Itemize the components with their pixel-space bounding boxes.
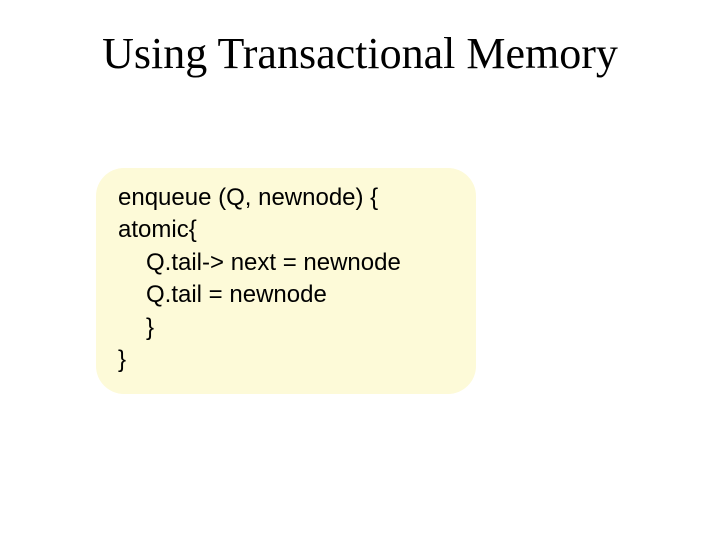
slide: Using Transactional Memory enqueue (Q, n…: [0, 0, 720, 540]
code-line-5: }: [118, 312, 454, 344]
code-line-1: enqueue (Q, newnode) {: [118, 182, 454, 214]
slide-title: Using Transactional Memory: [0, 28, 720, 79]
code-line-2: atomic{: [118, 214, 454, 246]
code-line-6: }: [118, 344, 454, 376]
code-box: enqueue (Q, newnode) { atomic{ Q.tail-> …: [96, 168, 476, 394]
code-line-3: Q.tail-> next = newnode: [118, 247, 454, 279]
code-line-4: Q.tail = newnode: [118, 279, 454, 311]
